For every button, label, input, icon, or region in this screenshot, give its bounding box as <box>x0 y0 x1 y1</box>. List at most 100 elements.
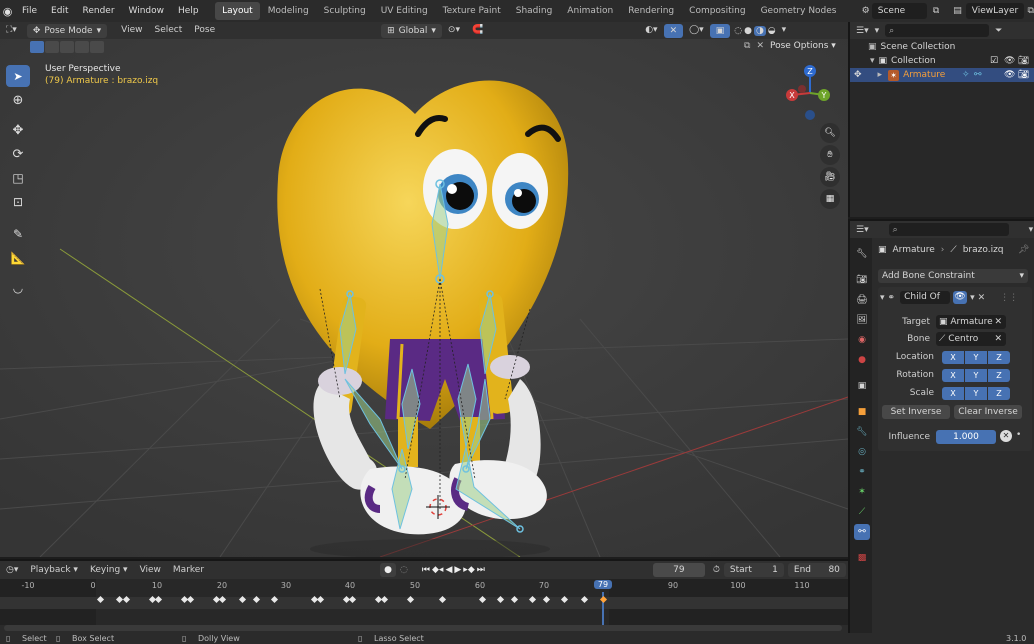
pin-icon[interactable]: 📌︎ <box>1018 245 1029 255</box>
location-z-toggle[interactable]: Z <box>988 351 1010 364</box>
select-mode-buttons[interactable] <box>30 41 104 53</box>
transform-tool[interactable]: ⊡ <box>6 191 30 213</box>
pan-button[interactable]: ✋︎ <box>820 145 840 165</box>
outliner-row-armature[interactable]: ✥ ▸ ✶ Armature ✧ ⚯ 👁︎ 📷︎ <box>850 68 1034 82</box>
jump-end-icon[interactable]: ⏭ <box>477 565 485 575</box>
camera-icon[interactable]: 📷︎ <box>1018 68 1029 82</box>
clear-target-icon[interactable]: ✕ <box>994 315 1002 329</box>
tab-texture[interactable]: ▩ <box>854 550 870 566</box>
scale-tool[interactable]: ◳ <box>6 167 30 189</box>
tab-render[interactable]: 📷︎ <box>854 272 870 288</box>
annotate-tool[interactable]: ✎ <box>6 223 30 245</box>
location-x-toggle[interactable]: X <box>942 351 964 364</box>
eye-icon[interactable]: 👁︎ <box>1004 54 1015 68</box>
menu-select[interactable]: Select <box>149 22 189 39</box>
tab-object-constraints[interactable]: ⚭ <box>854 464 870 480</box>
play-icon[interactable]: ▶ <box>454 565 461 575</box>
camera-icon[interactable]: 📷︎ <box>1018 54 1029 68</box>
play-reverse-icon[interactable]: ◀ <box>445 565 452 575</box>
editor-type-icon[interactable]: ☰▾ <box>856 26 869 36</box>
cursor-tool[interactable]: ⊕ <box>6 89 30 111</box>
filter-icon[interactable]: ⏷ <box>995 26 1002 36</box>
gizmo-toggle[interactable]: ✕ <box>663 23 684 38</box>
scene-icon[interactable]: ⚙ <box>859 6 871 16</box>
pose-options-dropdown[interactable]: Pose Options ▾ <box>770 41 836 51</box>
solid-shading-icon[interactable]: ● <box>744 26 752 36</box>
editor-type-icon[interactable]: ☰▾ <box>856 225 869 235</box>
wireframe-shading-icon[interactable]: ◌ <box>734 26 742 36</box>
prev-keyframe-icon[interactable]: ◆◂ <box>432 565 443 575</box>
relax-tool[interactable]: ◡ <box>6 277 30 299</box>
timeline-scrollbar[interactable] <box>4 625 842 631</box>
zoom-button[interactable]: 🔍︎ <box>820 123 840 143</box>
chevron-down-icon[interactable]: ▾ <box>970 293 975 303</box>
tab-texture-paint[interactable]: Texture Paint <box>436 2 508 20</box>
viewlayer-field[interactable]: ViewLayer <box>965 3 1024 19</box>
delete-constraint-icon[interactable]: ✕ <box>978 293 986 303</box>
mode-dropdown[interactable]: ✥ Pose Mode ▾ <box>26 23 108 38</box>
tab-uv-editing[interactable]: UV Editing <box>374 2 435 20</box>
tab-geometry-nodes[interactable]: Geometry Nodes <box>754 2 844 20</box>
menu-pose[interactable]: Pose <box>188 22 221 39</box>
eye-toggle-icon[interactable]: 👁︎ <box>953 291 968 304</box>
auto-key-options[interactable]: ◌ <box>400 565 408 575</box>
navigation-gizmo[interactable]: Z Y X <box>780 63 840 123</box>
checkbox-icon[interactable]: ☑ <box>990 54 998 68</box>
menu-marker[interactable]: Marker <box>167 562 210 579</box>
tab-compositing[interactable]: Compositing <box>682 2 752 20</box>
viewlayer-copy-icon[interactable]: ⧉ <box>1028 6 1034 16</box>
next-keyframe-icon[interactable]: ▸◆ <box>463 565 474 575</box>
blender-logo-icon[interactable]: ◉ <box>0 5 15 18</box>
shading-options-icon[interactable]: ▾ <box>776 22 793 39</box>
menu-file[interactable]: File <box>15 0 44 22</box>
measure-tool[interactable]: 📐 <box>6 247 30 269</box>
xray-toggle[interactable]: ▣ <box>709 23 731 38</box>
stopwatch-icon[interactable]: ⏱ <box>713 565 720 575</box>
tab-view-layer[interactable]: 🖼︎ <box>854 312 870 328</box>
tab-rendering[interactable]: Rendering <box>621 2 681 20</box>
record-button[interactable]: ● <box>380 563 397 577</box>
tab-output[interactable]: 🖨︎ <box>854 292 870 308</box>
editor-type-icon[interactable]: ◷▾ <box>0 562 24 579</box>
constraint-name-field[interactable]: Child Of <box>900 291 951 304</box>
rendered-shading-icon[interactable]: ◒ <box>768 26 776 36</box>
rotation-y-toggle[interactable]: Y <box>965 369 987 382</box>
select-subtract-icon[interactable] <box>60 41 74 53</box>
tab-scene[interactable]: ◉ <box>854 332 870 348</box>
menu-edit[interactable]: Edit <box>44 0 75 22</box>
tab-armature-data[interactable]: ✶ <box>854 484 870 500</box>
expand-arrow-icon[interactable]: ▸ <box>878 68 883 82</box>
clear-bone-icon[interactable]: ✕ <box>994 332 1002 346</box>
select-intersect-icon[interactable] <box>90 41 104 53</box>
close-icon[interactable]: ✕ <box>756 41 764 51</box>
set-inverse-button[interactable]: Set Inverse <box>882 405 950 419</box>
expand-arrow-icon[interactable]: ▾ <box>870 54 875 68</box>
target-field[interactable]: ▣ Armature ✕ <box>936 315 1006 329</box>
scale-z-toggle[interactable]: Z <box>988 387 1010 400</box>
outliner-row-scene-collection[interactable]: ▣ Scene Collection <box>850 40 1034 54</box>
select-new-icon[interactable] <box>30 41 44 53</box>
outliner-search[interactable]: ⌕ <box>885 24 990 37</box>
3d-viewport[interactable]: User Perspective (79) Armature : brazo.i… <box>0 39 848 557</box>
orientation-dropdown[interactable]: ⊞ Global ▾ <box>381 23 442 38</box>
tab-shading[interactable]: Shading <box>509 2 560 20</box>
disable-keep-transform-icon[interactable]: ✕ <box>1000 430 1012 442</box>
current-frame-marker[interactable]: 79 <box>594 580 612 589</box>
editor-type-icon[interactable]: ⛶▾ <box>0 22 23 39</box>
tab-bone-constraints[interactable]: ⚯ <box>854 524 870 540</box>
move-tool[interactable]: ✥ <box>6 119 30 141</box>
tab-tool[interactable]: 🔧︎ <box>854 246 870 262</box>
select-extend-icon[interactable] <box>45 41 59 53</box>
menu-render[interactable]: Render <box>75 0 121 22</box>
material-shading-icon[interactable]: ◑ <box>753 25 766 36</box>
scale-x-toggle[interactable]: X <box>942 387 964 400</box>
rotate-tool[interactable]: ⟳ <box>6 143 30 165</box>
collapse-arrow-icon[interactable]: ▾ <box>880 293 885 303</box>
rotation-x-toggle[interactable]: X <box>942 369 964 382</box>
drag-handle-icon[interactable]: ⋮⋮ <box>1000 293 1018 303</box>
snap-icon[interactable]: 🧲 <box>466 22 489 39</box>
tab-world[interactable]: ● <box>854 352 870 368</box>
scale-y-toggle[interactable]: Y <box>965 387 987 400</box>
influence-slider[interactable]: 1.000 <box>936 430 996 444</box>
jump-start-icon[interactable]: ⏮ <box>422 565 430 575</box>
